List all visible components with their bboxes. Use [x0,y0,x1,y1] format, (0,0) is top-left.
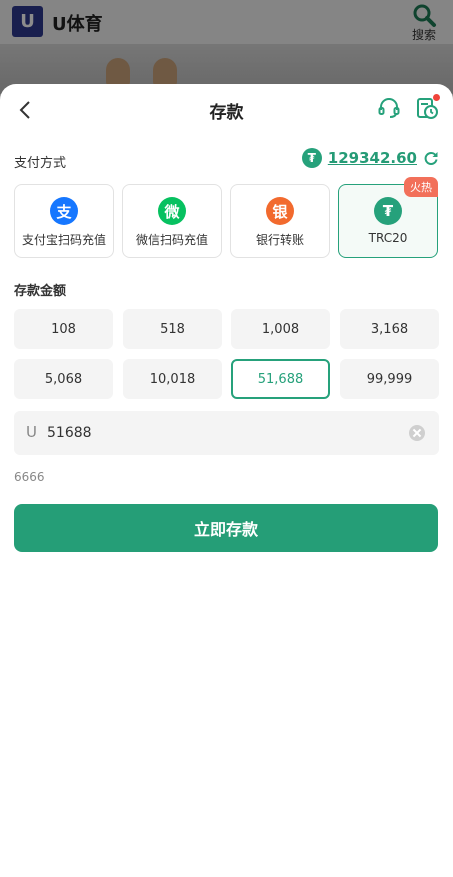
method-alipay[interactable]: 支 支付宝扫码充值 [14,184,114,258]
amount-option[interactable]: 518 [123,309,222,349]
method-label: 银行转账 [255,233,304,247]
hot-badge: 火热 [404,177,438,197]
amount-option[interactable]: 10,018 [123,359,222,399]
amount-option[interactable]: 108 [14,309,113,349]
amount-option[interactable]: 5,068 [14,359,113,399]
method-label: TRC20 [368,231,408,245]
deposit-sheet: 存款 支付方式 ₮ 129342.60 支 支付宝扫码充值 微 微信扫码充值 银… [0,84,453,877]
deposit-now-button[interactable]: 立即存款 [14,504,438,552]
refresh-icon[interactable] [423,150,439,166]
method-bank-transfer[interactable]: 银 银行转账 [230,184,330,258]
alipay-icon: 支 [50,197,78,225]
customer-service-icon[interactable] [377,96,401,120]
method-wechat[interactable]: 微 微信扫码充值 [122,184,222,258]
amount-input[interactable] [47,419,387,447]
amount-option[interactable]: 1,008 [231,309,330,349]
amount-option[interactable]: 99,999 [340,359,439,399]
usdt-icon: ₮ [374,197,402,225]
currency-prefix: U [26,423,37,441]
amount-option[interactable]: 3,168 [340,309,439,349]
amount-hint: 6666 [14,470,45,484]
nav-bar: 存款 [0,84,453,136]
bank-icon: 银 [266,197,294,225]
method-trc20[interactable]: ₮ TRC20 火热 [338,177,438,258]
method-label: 微信扫码充值 [135,233,208,247]
payment-method-label: 支付方式 [14,156,67,171]
usdt-icon: ₮ [301,148,322,168]
wechat-icon: 微 [158,197,186,225]
balance: ₮ 129342.60 [301,148,439,168]
amount-option-selected[interactable]: 51,688 [231,359,330,399]
payment-methods: 支 支付宝扫码充值 微 微信扫码充值 银 银行转账 ₮ TRC20 火热 [14,177,439,258]
clear-icon[interactable] [409,425,425,441]
deposit-amount-label: 存款金额 [14,284,67,299]
method-label: 支付宝扫码充值 [21,233,106,247]
notification-dot [433,94,440,101]
amount-input-box: U [14,411,439,455]
balance-value[interactable]: 129342.60 [328,149,417,167]
